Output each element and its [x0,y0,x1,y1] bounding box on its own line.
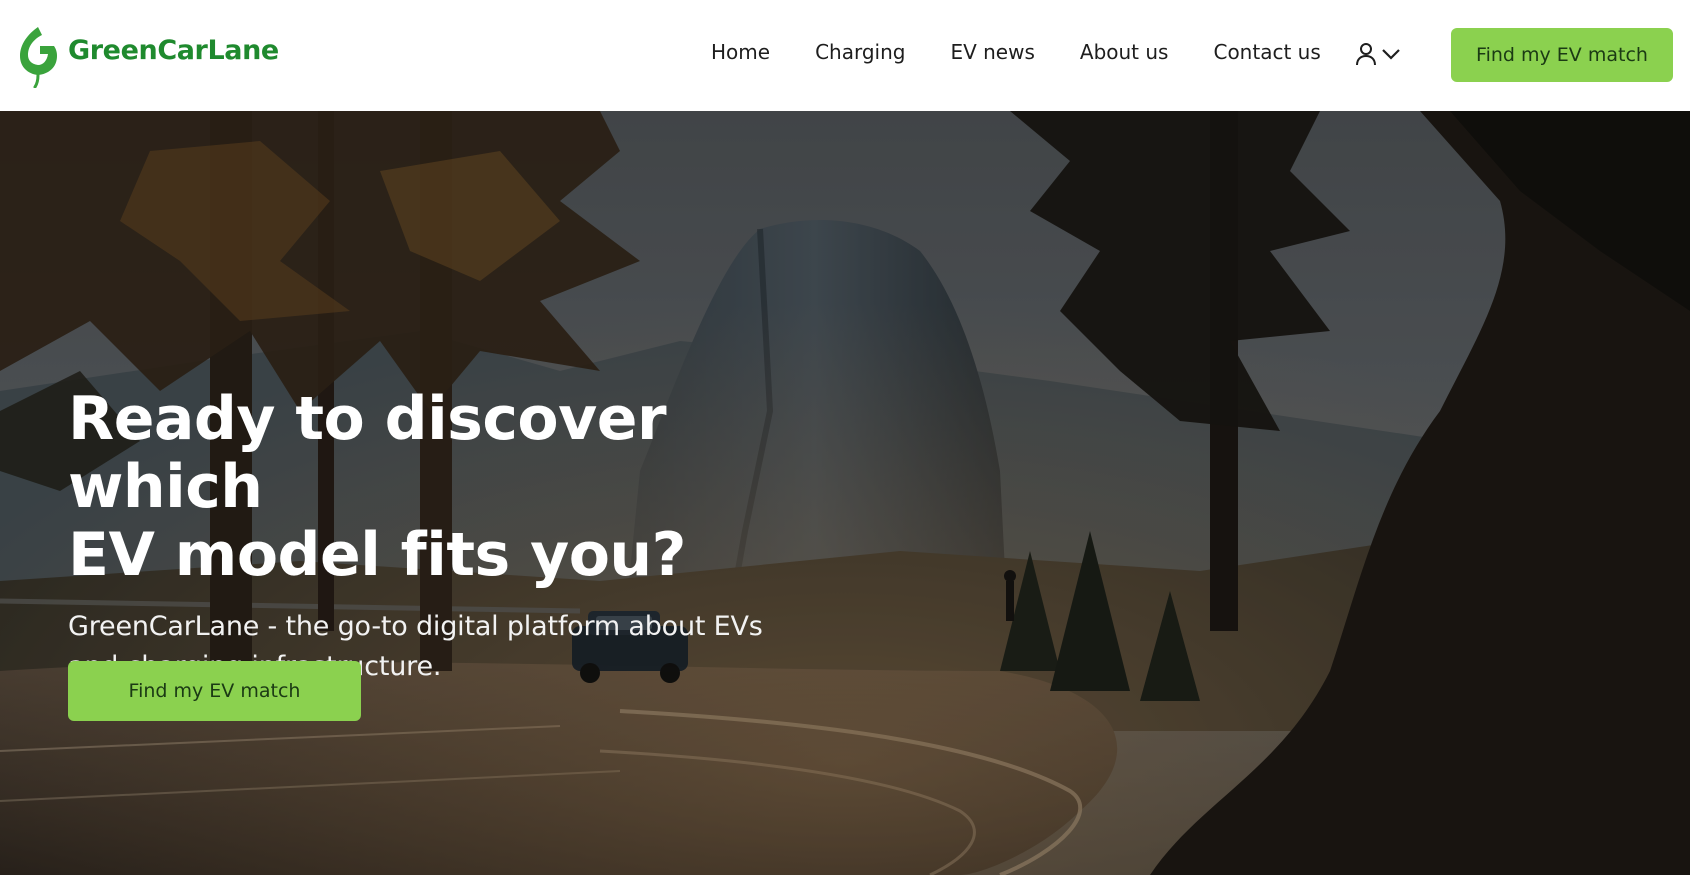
hero-section: Ready to discover which EV model fits yo… [0,111,1690,875]
nav-item-charging[interactable]: Charging [815,40,905,64]
user-icon [1356,43,1376,66]
find-ev-match-header-button[interactable]: Find my EV match [1451,28,1673,82]
nav-item-home[interactable]: Home [711,40,770,64]
brand-logo[interactable]: GreenCarLane [16,24,279,88]
hero-title: Ready to discover which EV model fits yo… [68,385,848,589]
hero-title-line-2: EV model fits you? [68,520,686,590]
hero-content: Ready to discover which EV model fits yo… [68,385,848,687]
find-ev-match-hero-button[interactable]: Find my EV match [68,661,361,721]
nav-item-contact-us[interactable]: Contact us [1213,40,1320,64]
nav-item-ev-news[interactable]: EV news [950,40,1034,64]
site-header: GreenCarLane Home Charging EV news About… [0,0,1690,111]
account-menu[interactable] [1354,41,1402,67]
main-nav: Home Charging EV news About us Contact u… [711,40,1321,64]
chevron-down-icon [1382,49,1400,60]
brand-name: GreenCarLane [68,34,279,66]
nav-item-about-us[interactable]: About us [1080,40,1169,64]
leaf-g-logo-icon [20,27,57,88]
hero-title-line-1: Ready to discover which [68,384,667,522]
